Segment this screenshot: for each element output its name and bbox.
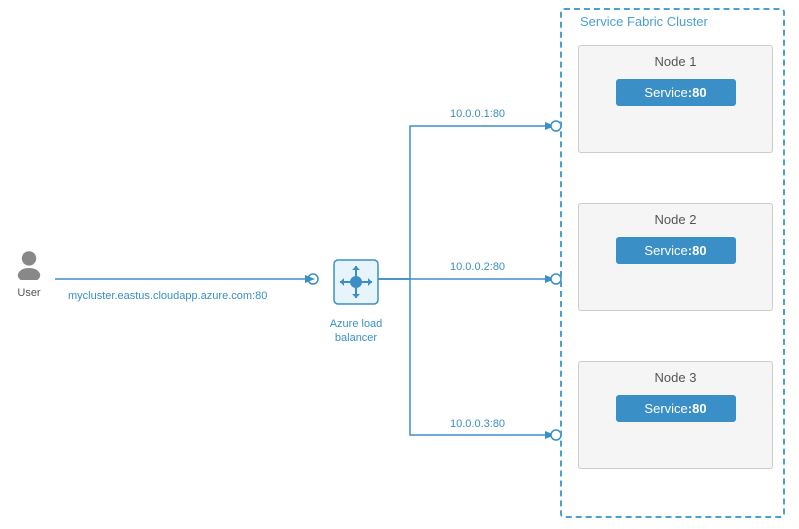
diagram-canvas: Service Fabric Cluster Node 1 Service :8…: [0, 0, 799, 529]
node-2-service: Service :80: [616, 237, 736, 264]
user-figure: User: [8, 248, 50, 299]
node-1-service-text: Service: [644, 85, 687, 100]
ip-label-node3: 10.0.0.3:80: [450, 418, 505, 430]
user-label: User: [8, 287, 50, 299]
cluster-label: Service Fabric Cluster: [580, 14, 708, 29]
node-1-label: Node 1: [579, 46, 772, 69]
lb-label: Azure load balancer: [316, 317, 396, 346]
node-3-box: Node 3 Service :80: [578, 361, 773, 469]
url-label: mycluster.eastus.cloudapp.azure.com:80: [68, 290, 267, 302]
node-1-port: :80: [688, 85, 707, 100]
ip-label-node1: 10.0.0.1:80: [450, 108, 505, 120]
node-1-box: Node 1 Service :80: [578, 45, 773, 153]
node-2-box: Node 2 Service :80: [578, 203, 773, 311]
node-1-service: Service :80: [616, 79, 736, 106]
node-3-port: :80: [688, 401, 707, 416]
node-3-label: Node 3: [579, 362, 772, 385]
node-3-service: Service :80: [616, 395, 736, 422]
node-2-port: :80: [688, 243, 707, 258]
user-icon: [13, 248, 45, 280]
lb-icon: [330, 256, 382, 308]
lb-container: Azure load balancer: [316, 256, 396, 346]
node-2-service-text: Service: [644, 243, 687, 258]
ip-label-node2: 10.0.0.2:80: [450, 261, 505, 273]
node-2-label: Node 2: [579, 204, 772, 227]
node-3-service-text: Service: [644, 401, 687, 416]
